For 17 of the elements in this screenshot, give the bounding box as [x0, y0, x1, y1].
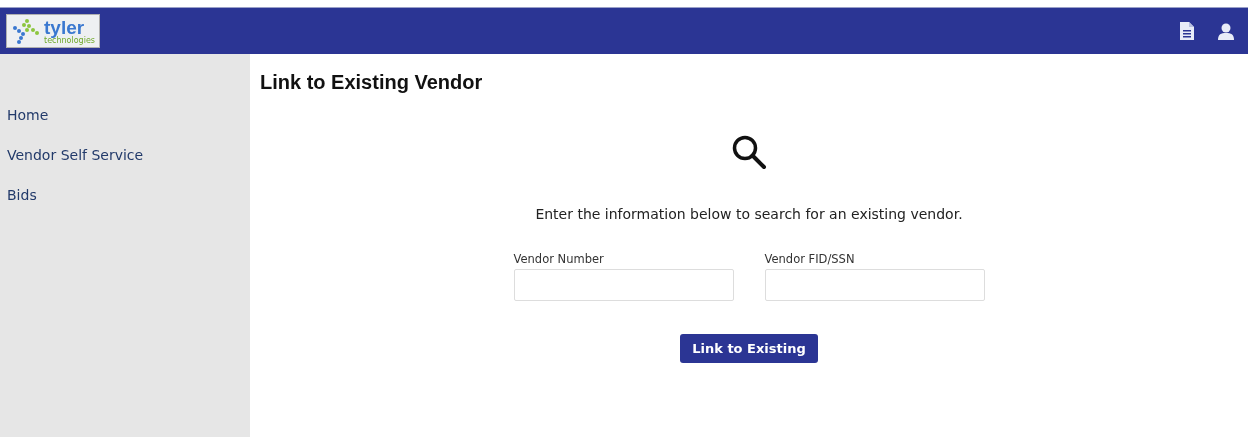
instructions: Enter the information below to search for an existing vendor.: [535, 206, 963, 222]
logo-icon: [11, 18, 41, 44]
user-icon[interactable]: [1218, 22, 1234, 40]
page-title: Link to Existing Vendor: [260, 71, 484, 94]
logo-tagline: technologies: [44, 36, 95, 45]
document-icon[interactable]: [1180, 22, 1194, 40]
search-icon: [731, 134, 767, 170]
field-label: Vendor FID/SSN: [764, 252, 856, 266]
sidebar-link[interactable]: Vendor Self Service: [0, 145, 144, 165]
sidebar-link[interactable]: Bids: [0, 185, 37, 205]
input-field[interactable]: [764, 269, 985, 301]
logo-name: tyler: [44, 17, 85, 37]
logo[interactable]: tyler technologies: [6, 14, 100, 48]
input-field[interactable]: [513, 269, 734, 301]
field-label: Vendor Number: [513, 252, 605, 266]
sidebar-link[interactable]: Home: [0, 105, 49, 125]
link-button[interactable]: Link to Existing: [680, 334, 818, 363]
